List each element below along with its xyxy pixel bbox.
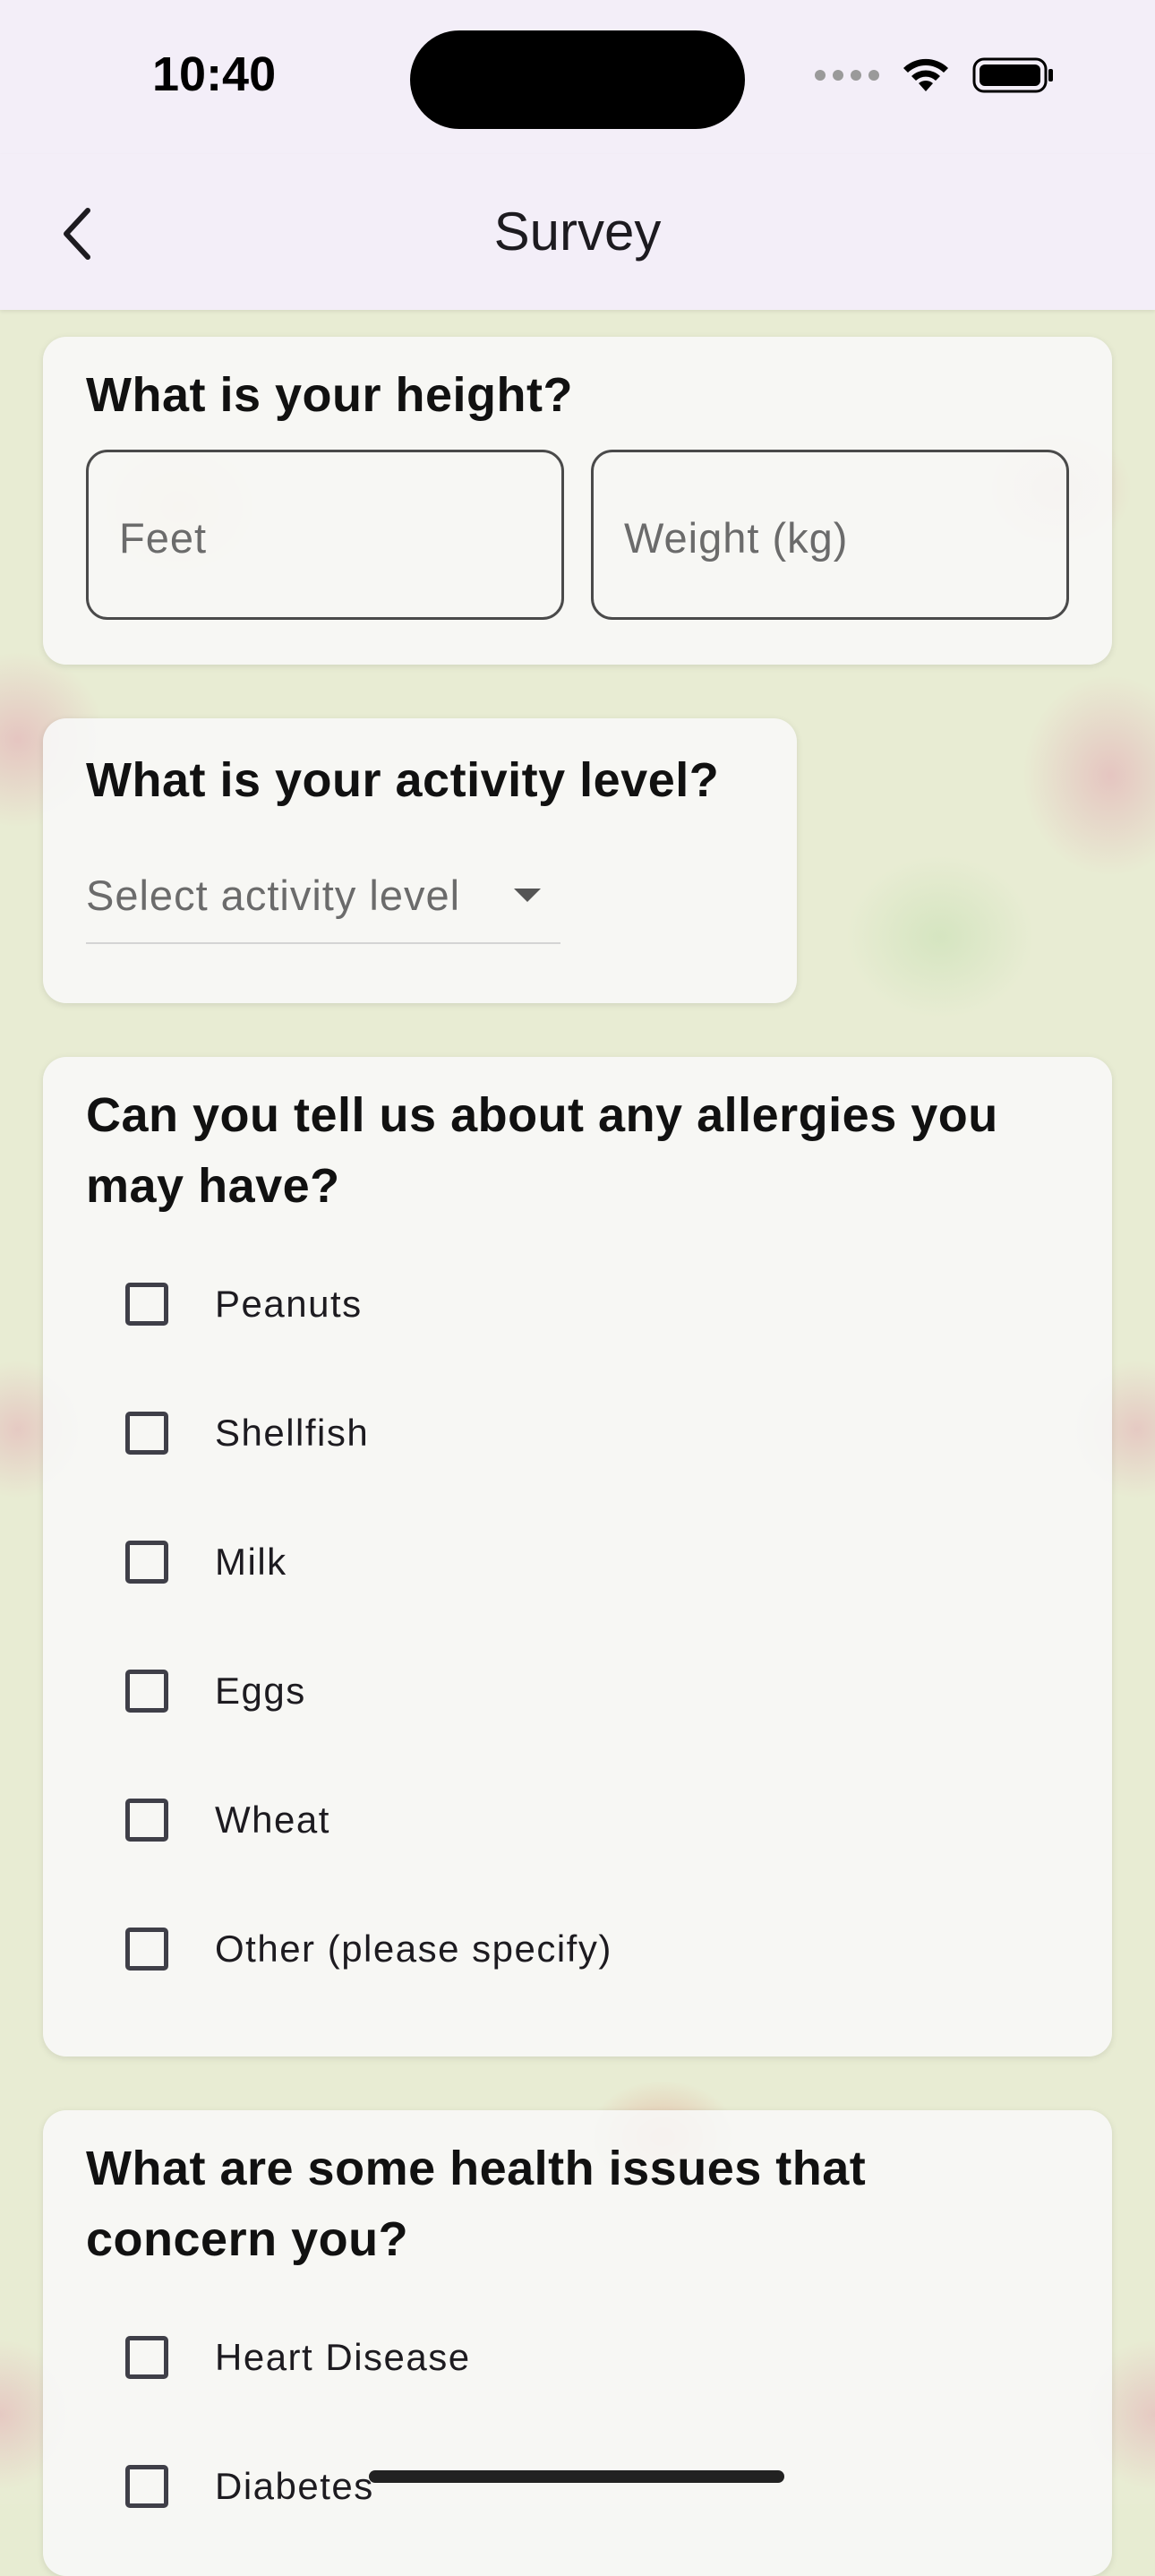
checkbox[interactable] <box>125 1283 168 1326</box>
checkbox[interactable] <box>125 1799 168 1842</box>
status-time: 10:40 <box>152 47 277 101</box>
option-label: Shellfish <box>215 1412 370 1454</box>
allergy-option-peanuts[interactable]: Peanuts <box>125 1268 363 1340</box>
option-label: Peanuts <box>215 1283 363 1325</box>
allergy-option-milk[interactable]: Milk <box>125 1526 287 1598</box>
checkbox[interactable] <box>125 1412 168 1455</box>
allergies-card: Can you tell us about any allergies you … <box>43 1057 1112 2057</box>
dropdown-caret-icon <box>514 889 541 902</box>
activity-level-dropdown[interactable]: Select activity level <box>86 871 560 944</box>
page-title: Survey <box>493 202 662 262</box>
allergy-option-other[interactable]: Other (please specify) <box>125 1913 612 1985</box>
option-label: Milk <box>215 1541 287 1583</box>
allergies-question-line2: may have? <box>86 1159 340 1213</box>
checkbox[interactable] <box>125 1670 168 1713</box>
allergies-question-line1: Can you tell us about any allergies you <box>86 1088 998 1142</box>
health-question-line1: What are some health issues that <box>86 2142 867 2195</box>
option-label: Diabetes <box>215 2465 374 2507</box>
checkbox[interactable] <box>125 2336 168 2379</box>
status-bar: 10:40 <box>0 0 1155 154</box>
feet-placeholder: Feet <box>119 514 208 562</box>
activity-question: What is your activity level? <box>86 753 720 807</box>
activity-dropdown-placeholder: Select activity level <box>86 872 461 919</box>
feet-input[interactable]: Feet <box>86 450 564 620</box>
option-label: Eggs <box>215 1670 306 1712</box>
option-label: Wheat <box>215 1799 330 1841</box>
option-label: Other (please specify) <box>215 1928 612 1970</box>
checkbox[interactable] <box>125 2465 168 2508</box>
health-question-line2: concern you? <box>86 2212 409 2266</box>
status-icons <box>815 56 1055 95</box>
allergy-option-wheat[interactable]: Wheat <box>125 1784 330 1856</box>
navigation-bar: Survey <box>0 154 1155 310</box>
weight-input[interactable]: Weight (kg) <box>591 450 1069 620</box>
height-question: What is your height? <box>86 368 573 422</box>
health-question: What are some health issues that concern… <box>86 2134 866 2275</box>
allergy-option-shellfish[interactable]: Shellfish <box>125 1397 369 1469</box>
dynamic-island <box>410 30 745 129</box>
wifi-icon <box>903 58 948 91</box>
cellular-signal-icon <box>815 70 879 81</box>
allergies-question: Can you tell us about any allergies you … <box>86 1080 998 1222</box>
checkbox[interactable] <box>125 1541 168 1584</box>
checkbox[interactable] <box>125 1928 168 1971</box>
home-indicator[interactable] <box>369 2470 784 2483</box>
activity-card: What is your activity level? Select acti… <box>43 718 797 1003</box>
option-label: Heart Disease <box>215 2336 471 2378</box>
weight-placeholder: Weight (kg) <box>624 514 849 562</box>
health-issues-card: What are some health issues that concern… <box>43 2110 1112 2576</box>
health-option-diabetes[interactable]: Diabetes <box>125 2451 374 2522</box>
health-option-heart-disease[interactable]: Heart Disease <box>125 2322 471 2393</box>
battery-icon <box>972 57 1053 93</box>
height-card: What is your height? Feet Weight (kg) <box>43 337 1112 665</box>
allergy-option-eggs[interactable]: Eggs <box>125 1655 306 1727</box>
